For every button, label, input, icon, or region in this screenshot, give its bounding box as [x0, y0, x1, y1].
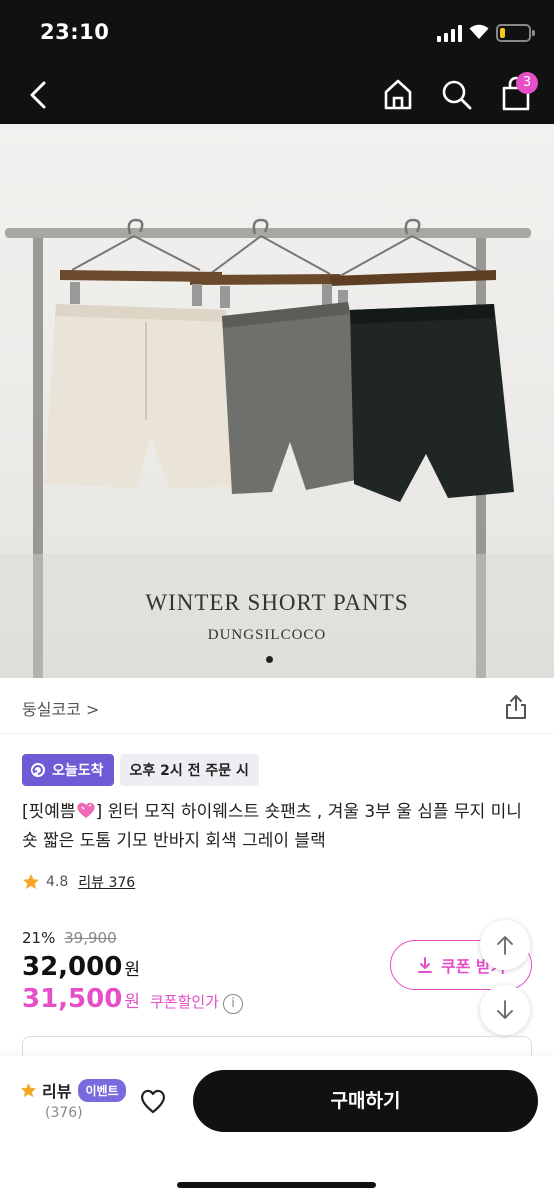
seller-row[interactable]: 둥실코코 >	[0, 678, 554, 734]
status-time: 23:10	[40, 20, 110, 44]
coupon-price-row: 31,500 원 쿠폰할인가 i	[22, 984, 243, 1014]
delivery-arrow-icon	[31, 763, 45, 777]
review-link[interactable]: 리뷰 376	[78, 872, 135, 892]
product-title-text: ] 윈터 모직 하이웨스트 숏팬츠 , 겨울 3부 울 심플 무지 미니 숏 짧…	[22, 802, 522, 851]
signal-icon	[437, 24, 462, 42]
download-icon	[418, 957, 432, 973]
sale-price-value: 32,000	[22, 952, 123, 982]
cream-shorts	[44, 304, 244, 488]
home-indicator	[177, 1182, 376, 1188]
hanger-bar-2	[190, 274, 340, 285]
battery-icon	[496, 24, 531, 42]
buy-button[interactable]: 구매하기	[193, 1070, 538, 1132]
cart-count-badge: 3	[516, 72, 538, 94]
star-icon	[20, 1082, 37, 1097]
hero-caption-brand: DUNGSILCOCO	[207, 627, 327, 643]
share-icon[interactable]	[504, 694, 528, 720]
product-image[interactable]: WINTER SHORT PANTS DUNGSILCOCO	[0, 124, 554, 678]
sale-price-unit: 원	[124, 960, 140, 980]
bottom-action-bar: 리뷰 이벤트 (376) 구매하기	[0, 1056, 554, 1200]
scroll-bottom-button[interactable]	[480, 985, 530, 1035]
bottom-review-label: 리뷰	[42, 1082, 72, 1101]
bottom-review-count: (376)	[45, 1105, 83, 1121]
rack-top-bar	[5, 228, 531, 238]
chevron-left-icon[interactable]	[22, 78, 56, 112]
sale-price: 32,000 원	[22, 952, 140, 982]
wifi-icon	[469, 24, 489, 39]
coupon-price-value: 31,500	[22, 984, 123, 1014]
rating-row: 4.8 리뷰 376	[22, 872, 135, 892]
discount-rate: 21%	[22, 929, 56, 947]
order-cutoff-badge: 오후 2시 전 주문 시	[119, 754, 259, 786]
scroll-top-button[interactable]	[480, 920, 530, 970]
seller-name[interactable]: 둥실코코 >	[22, 696, 99, 720]
delivery-badges: 오늘도착 오후 2시 전 주문 시	[22, 754, 259, 786]
hero-caption-title: WINTER SHORT PANTS	[145, 590, 409, 615]
product-title: [핏예쁨 ] 윈터 모직 하이웨스트 숏팬츠 , 겨울 3부 울 심플 무지 미…	[22, 798, 532, 856]
star-icon	[23, 874, 39, 889]
status-bar: 23:10	[0, 0, 554, 66]
arrow-up-icon	[497, 936, 513, 955]
sparkling-heart-icon	[76, 802, 95, 818]
carousel-indicator	[266, 656, 273, 663]
battery-level	[500, 28, 505, 38]
coupon-price-label: 쿠폰할인가	[149, 993, 219, 1011]
black-shorts	[350, 304, 514, 502]
heart-icon[interactable]	[139, 1088, 167, 1114]
discount-row: 21% 39,900	[22, 929, 117, 947]
battery-tip	[532, 30, 535, 36]
today-delivery-badge: 오늘도착	[22, 754, 114, 786]
today-delivery-label: 오늘도착	[52, 763, 104, 779]
event-badge: 이벤트	[78, 1078, 126, 1102]
home-icon[interactable]	[382, 78, 414, 112]
rating-value: 4.8	[46, 874, 69, 890]
search-icon[interactable]	[441, 78, 473, 112]
coupon-price-unit: 원	[124, 992, 140, 1012]
top-navigation: 3	[0, 66, 554, 124]
info-icon[interactable]: i	[223, 994, 243, 1014]
arrow-down-icon	[497, 1000, 513, 1019]
hanger-bar-3	[330, 270, 496, 286]
bottom-review[interactable]: 리뷰 이벤트	[20, 1078, 126, 1102]
product-title-prefix: [핏예쁨	[22, 802, 76, 822]
original-price: 39,900	[64, 929, 117, 947]
